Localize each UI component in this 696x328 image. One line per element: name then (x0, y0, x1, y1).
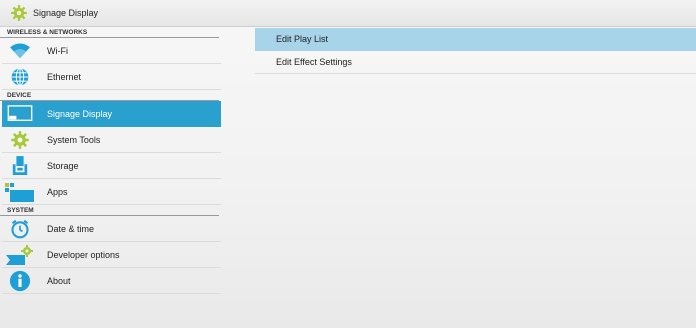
apps-icon (3, 179, 37, 205)
sidebar-item-system-tools[interactable]: System Tools (2, 127, 221, 153)
clock-icon (3, 216, 37, 242)
sidebar-item-label: Ethernet (47, 71, 82, 82)
sidebar-item-label: Apps (47, 186, 68, 197)
sidebar-item-label: Signage Display (47, 108, 113, 119)
sidebar-item-label: Date & time (47, 223, 95, 234)
gear-icon (10, 4, 28, 22)
sidebar-item-label: About (47, 275, 71, 286)
info-icon (3, 268, 37, 294)
ethernet-icon (3, 64, 37, 90)
sidebar-item-signage-display[interactable]: Signage Display (2, 101, 221, 127)
sidebar-item-ethernet[interactable]: Ethernet (2, 64, 221, 90)
edit-play-list-row[interactable]: Edit Play List (255, 28, 696, 51)
sidebar-item-wifi[interactable]: Wi-Fi (2, 38, 221, 64)
wifi-icon (3, 38, 37, 64)
sidebar-item-about[interactable]: About (2, 268, 221, 294)
display-icon (3, 101, 37, 127)
sidebar-item-label: Storage (47, 160, 79, 171)
title-bar: Signage Display (0, 0, 696, 27)
sidebar-item-label: System Tools (47, 134, 101, 145)
detail-pane: Edit Play List Edit Effect Settings (221, 27, 696, 328)
category-wireless-networks: WIRELESS & NETWORKS (0, 27, 219, 38)
sidebar-item-label: Wi-Fi (47, 45, 68, 56)
sidebar-item-apps[interactable]: Apps (2, 179, 221, 205)
storage-icon (3, 153, 37, 179)
window-title: Signage Display (33, 8, 99, 18)
settings-sidebar: WIRELESS & NETWORKS Wi-Fi Ethernet DEVIC… (0, 27, 221, 328)
sidebar-item-label: Developer options (47, 249, 120, 260)
category-device: DEVICE (0, 90, 219, 101)
sidebar-item-date-time[interactable]: Date & time (2, 216, 221, 242)
sidebar-item-developer-options[interactable]: Developer options (2, 242, 221, 268)
developer-icon (3, 242, 37, 268)
gear-icon (3, 127, 37, 153)
category-system: SYSTEM (0, 205, 219, 216)
sidebar-item-storage[interactable]: Storage (2, 153, 221, 179)
edit-effect-settings-row[interactable]: Edit Effect Settings (255, 51, 696, 74)
